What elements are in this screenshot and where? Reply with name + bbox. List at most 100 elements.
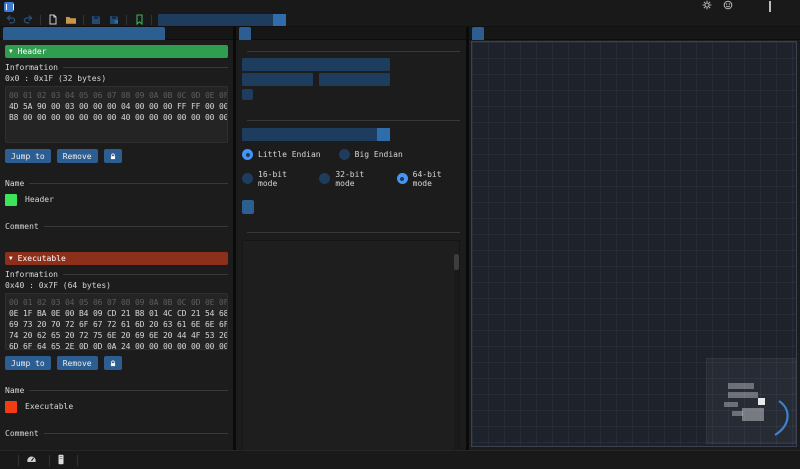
chevron-down-icon: ▼: [9, 255, 13, 262]
data-processor-tab-bar: [469, 27, 800, 40]
chevron-down-icon: [273, 14, 286, 26]
hex-preview: 00 01 02 03 04 05 06 07 08 09 0A 0B 0C 0…: [5, 86, 228, 143]
jump-to-button[interactable]: Jump to: [5, 356, 51, 370]
save-as-icon[interactable]: [108, 14, 120, 25]
settings-gear-icon[interactable]: [701, 0, 713, 14]
bookmark-range: 0x40 : 0x7F (64 bytes): [5, 280, 228, 291]
endian-radio-0[interactable]: Little Endian: [242, 149, 321, 160]
bookmarks-list: ▼HeaderInformation0x0 : 0x1F (32 bytes)0…: [0, 40, 233, 439]
endian-radio-1[interactable]: Big Endian: [339, 149, 403, 160]
bookmark-name-value: Header: [25, 195, 54, 204]
settings-section-label: [242, 114, 460, 126]
bookmark-collapse-header[interactable]: ▼ Executable: [5, 252, 228, 265]
hex-row[interactable]: 74 20 62 65 20 72 75 6E 20 69 6E 20 44 4…: [9, 330, 224, 341]
hex-preview: 00 01 02 03 04 05 06 07 08 09 0A 0B 0C 0…: [5, 293, 228, 350]
toolbar: [0, 13, 800, 27]
tab-bookmarks[interactable]: [3, 27, 165, 40]
lock-button[interactable]: [104, 356, 122, 370]
disassembler-tab-bar: [236, 27, 466, 40]
memory-stick-icon: [57, 454, 65, 467]
new-file-icon[interactable]: [47, 14, 59, 25]
scrollbar[interactable]: [454, 253, 459, 450]
jump-to-button[interactable]: Jump to: [5, 149, 51, 163]
loaded-file-selector[interactable]: [158, 14, 286, 26]
match-selection-checkbox[interactable]: [242, 89, 253, 100]
minimap[interactable]: [706, 358, 796, 444]
minimap-wire: [707, 359, 797, 445]
menu-file[interactable]: [23, 6, 27, 8]
chevron-down-icon: [377, 128, 390, 141]
bookmark-color-swatch[interactable]: [5, 401, 17, 413]
name-label: Name: [5, 177, 228, 189]
hex-column-header: 00 01 02 03 04 05 06 07 08 09 0A 0B 0C 0…: [9, 297, 224, 308]
remove-button[interactable]: Remove: [57, 149, 98, 163]
dock-area: ▼HeaderInformation0x0 : 0x1F (32 bytes)0…: [0, 27, 800, 450]
endian-label: Big Endian: [355, 150, 403, 159]
node-canvas[interactable]: [471, 41, 797, 447]
app-logo-icon: [4, 2, 14, 12]
bookmark-name-value: Executable: [25, 402, 73, 411]
disassemble-button[interactable]: [242, 200, 254, 214]
bookmarks-tab-bar: [0, 27, 233, 40]
menu-edit[interactable]: [36, 6, 40, 8]
open-folder-icon[interactable]: [65, 14, 77, 25]
gauge-icon: [26, 454, 37, 466]
position-section-label: [242, 45, 460, 57]
information-label: Information: [5, 61, 228, 73]
mode-radio-0[interactable]: 16-bit mode: [242, 173, 305, 184]
tab-data-processor[interactable]: [472, 27, 484, 40]
chevron-down-icon: ▼: [9, 48, 13, 55]
bookmark-range: 0x0 : 0x1F (32 bytes): [5, 73, 228, 84]
name-label: Name: [5, 384, 228, 396]
tab-disassembler[interactable]: [239, 27, 251, 40]
code-region-end-input[interactable]: [319, 73, 390, 86]
undo-icon[interactable]: [4, 14, 16, 25]
bookmark-title: Executable: [18, 254, 66, 263]
hex-row[interactable]: 6D 6F 64 65 2E 0D 0D 0A 24 00 00 00 00 0…: [9, 341, 224, 350]
bookmark-collapse-header[interactable]: ▼ Header: [5, 45, 228, 58]
code-region-start-input[interactable]: [242, 73, 313, 86]
hex-column-header: 00 01 02 03 04 05 06 07 08 09 0A 0B 0C 0…: [9, 90, 224, 101]
lock-button[interactable]: [104, 149, 122, 163]
endian-radio-group: Little Endian Big Endian: [242, 149, 460, 160]
comment-label: Comment: [5, 220, 228, 232]
base-address-input[interactable]: [242, 58, 390, 71]
status-bar: [0, 450, 800, 469]
hex-row[interactable]: 0E 1F BA 0E 00 B4 09 CD 21 B8 01 4C CD 2…: [9, 308, 224, 319]
bookmark-icon[interactable]: [133, 14, 145, 25]
disassembly-table: [242, 240, 460, 450]
architecture-select[interactable]: [242, 128, 390, 141]
mode-radio-1[interactable]: 32-bit mode: [319, 173, 382, 184]
disassembly-section-label: [242, 226, 460, 238]
data-processor-panel: [469, 27, 800, 450]
menu-bar: [0, 0, 800, 13]
memory-indicator: [57, 454, 70, 467]
bookmarks-panel: ▼HeaderInformation0x0 : 0x1F (32 bytes)0…: [0, 27, 233, 450]
load-indicator: [26, 454, 42, 466]
scrollbar-thumb[interactable]: [454, 254, 459, 270]
bookmark-entry: ▼ Header Information0x0 : 0x1F (32 bytes) 0…: [5, 45, 228, 252]
mode-label: 16-bit mode: [258, 170, 305, 188]
hex-row[interactable]: 4D 5A 90 00 03 00 00 00 04 00 00 00 FF F…: [9, 101, 224, 112]
feedback-smiley-icon[interactable]: [722, 0, 734, 14]
menu-help[interactable]: [62, 6, 66, 8]
mode-radio-2[interactable]: 64-bit mode: [397, 173, 460, 184]
disassembler-panel: Little Endian Big Endian 16-bit mode 32-bi…: [236, 27, 466, 450]
bookmark-title: Header: [18, 47, 47, 56]
menu-view[interactable]: [49, 6, 53, 8]
save-icon[interactable]: [90, 14, 102, 25]
comment-label: Comment: [5, 427, 228, 439]
mode-label: 32-bit mode: [335, 170, 382, 188]
bookmark-color-swatch[interactable]: [5, 194, 17, 206]
hex-row[interactable]: 69 73 20 70 72 6F 67 72 61 6D 20 63 61 6…: [9, 319, 224, 330]
endian-label: Little Endian: [258, 150, 321, 159]
hex-row[interactable]: B8 00 00 00 00 00 00 00 40 00 00 00 00 0…: [9, 112, 224, 123]
information-label: Information: [5, 268, 228, 280]
redo-icon[interactable]: [22, 14, 34, 25]
remove-button[interactable]: Remove: [57, 356, 98, 370]
bookmark-entry: ▼ Executable Information0x40 : 0x7F (64 by…: [5, 252, 228, 439]
imhex-window: ▼HeaderInformation0x0 : 0x1F (32 bytes)0…: [0, 0, 800, 469]
mode-label: 64-bit mode: [413, 170, 460, 188]
mode-radio-group: 16-bit mode 32-bit mode 64-bit mode: [242, 173, 460, 184]
maximize-button[interactable]: [764, 1, 776, 13]
